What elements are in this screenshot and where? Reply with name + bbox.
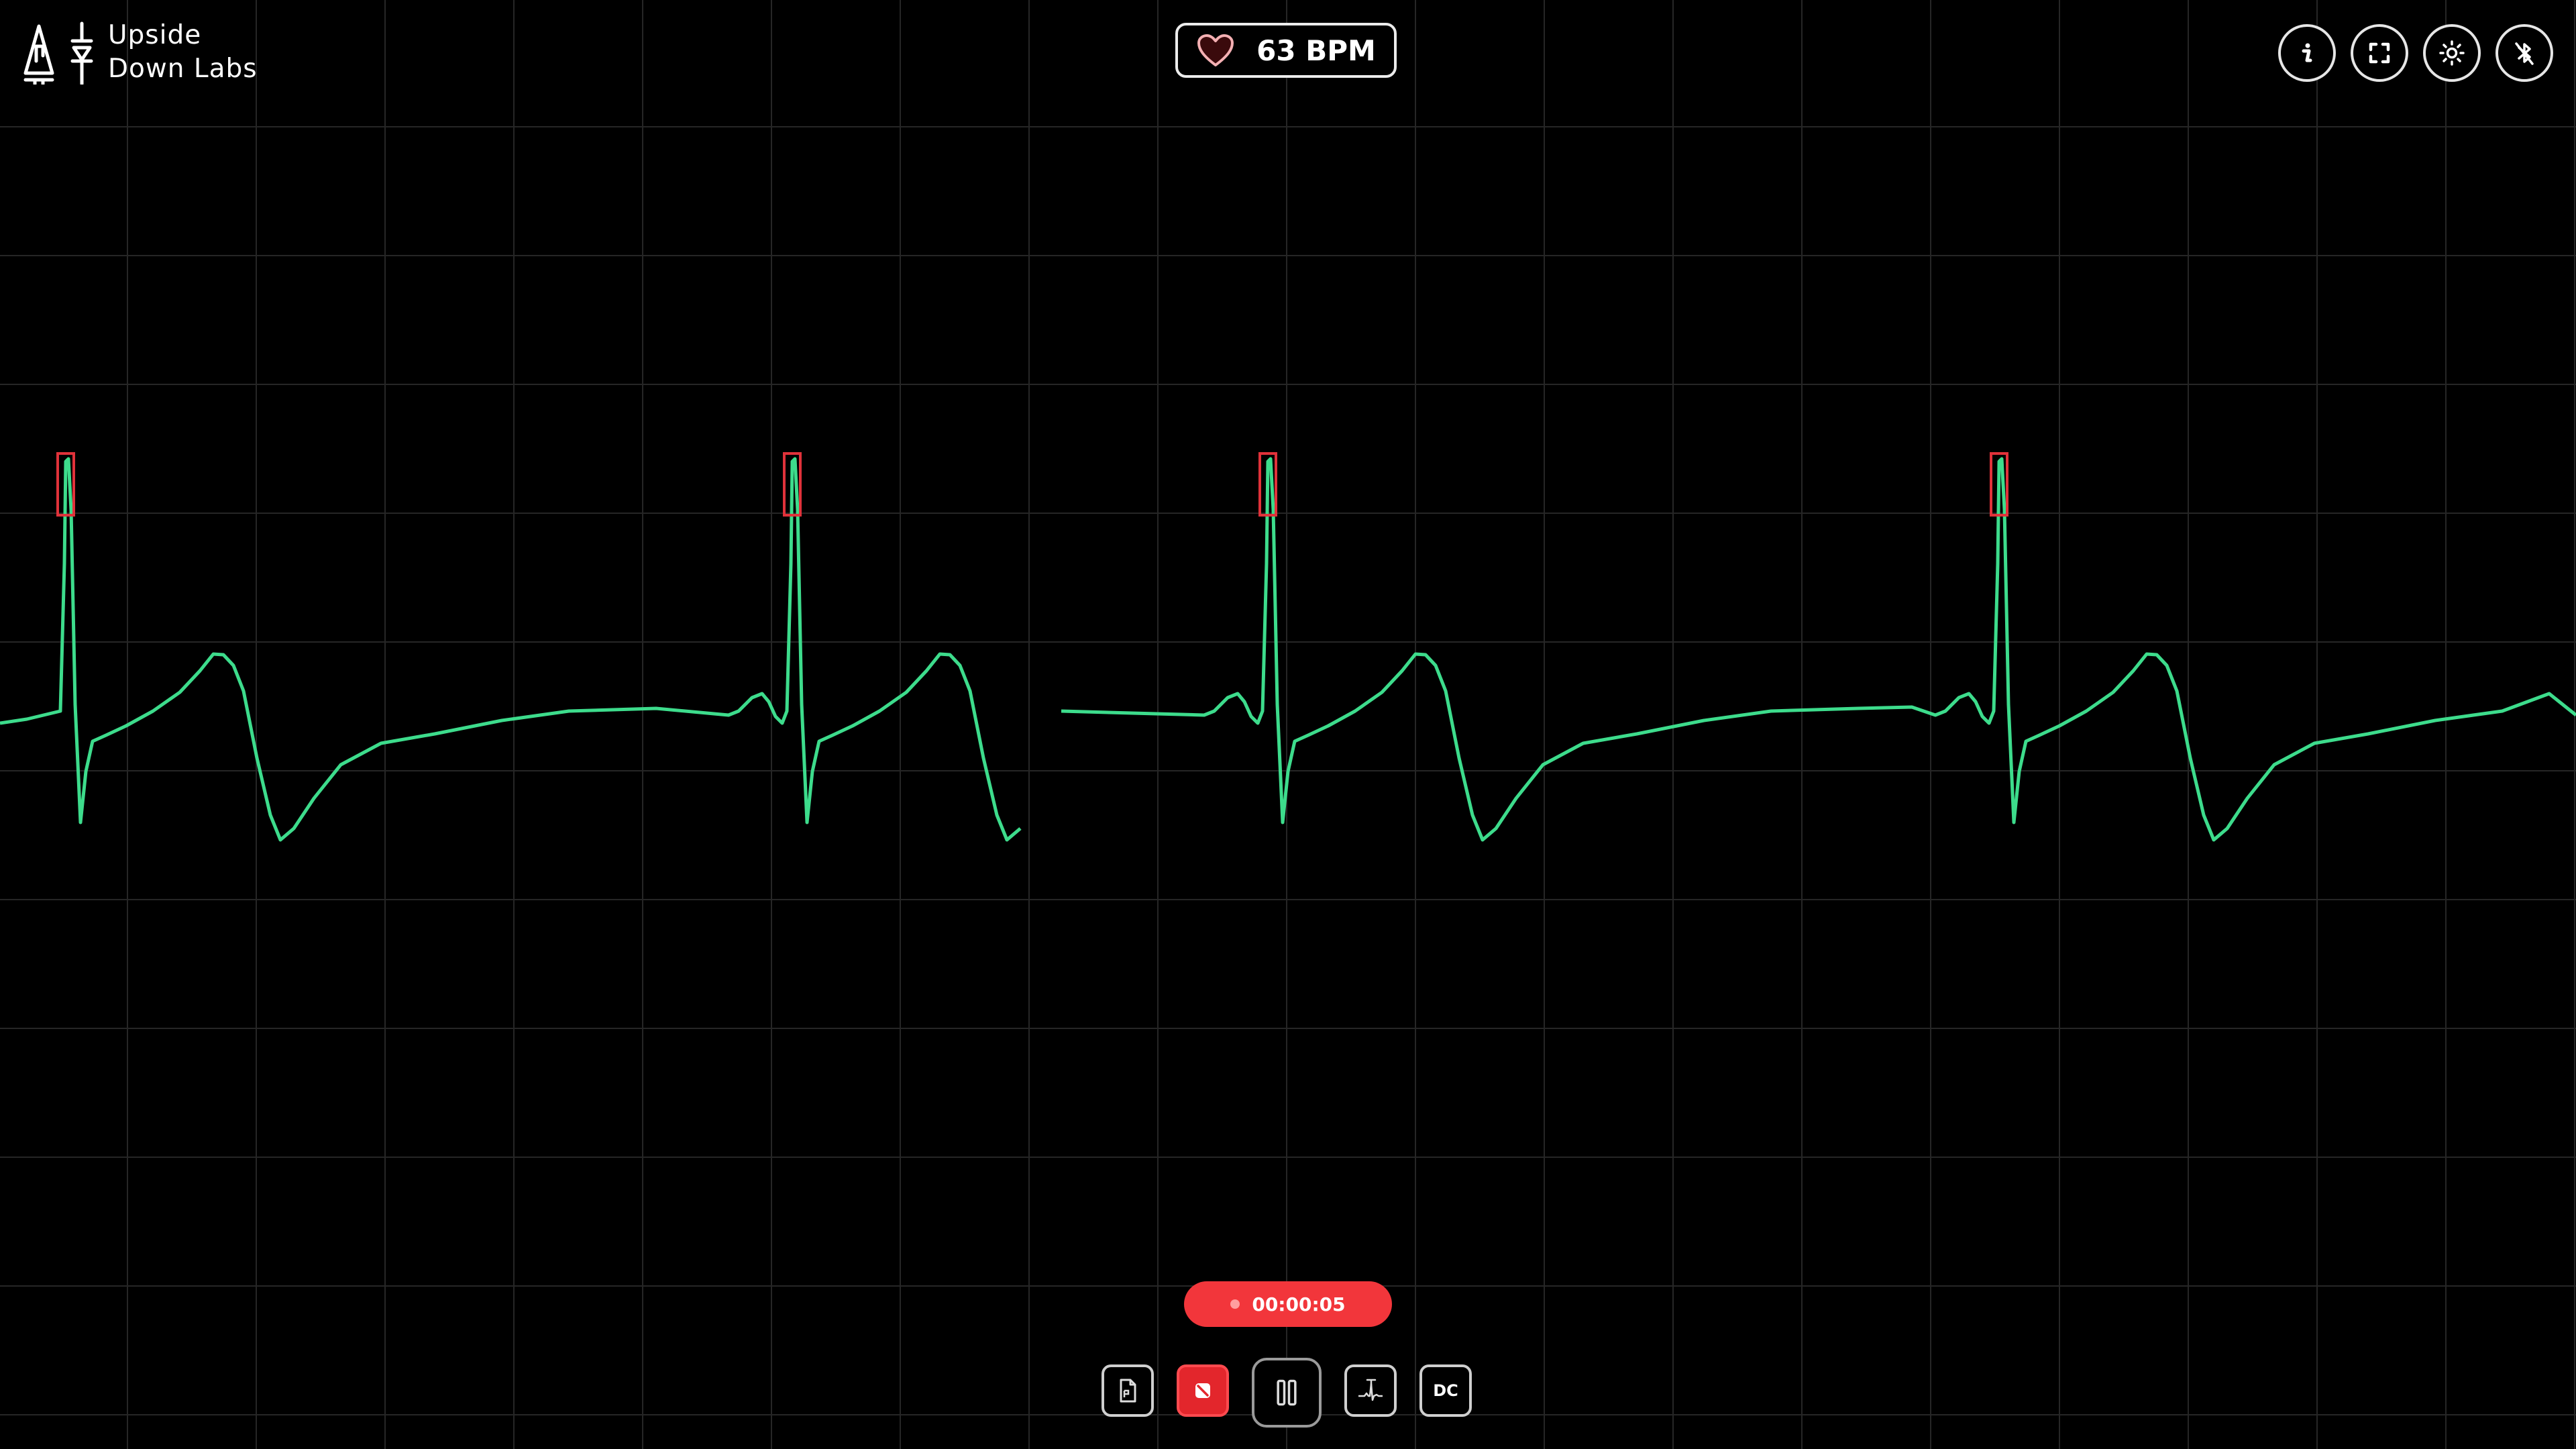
- upside-down-labs-logo-icon: [23, 21, 93, 85]
- sun-icon: [2439, 40, 2465, 66]
- brand-name-line2: Down Labs: [108, 54, 258, 84]
- dc-label: DC: [1433, 1381, 1458, 1400]
- ecg-monitor-app: Upside Down Labs 63 BPM 00:00:05 DC: [0, 0, 2576, 1449]
- brand-name: Upside Down Labs: [108, 19, 258, 86]
- info-button[interactable]: [2278, 24, 2336, 82]
- info-icon: [2302, 43, 2312, 62]
- ecg-filter-icon: [1358, 1379, 1383, 1401]
- recording-dot: [1230, 1299, 1240, 1309]
- heart-rate-value: 63 BPM: [1256, 34, 1376, 67]
- dc-toggle-button[interactable]: DC: [1419, 1364, 1472, 1417]
- bluetooth-off-icon: [2515, 42, 2534, 65]
- file-icon: [1120, 1379, 1136, 1403]
- brand-name-line1: Upside: [108, 20, 202, 50]
- recording-timer: 00:00:05: [1184, 1281, 1392, 1327]
- ecg-filter-button[interactable]: [1344, 1364, 1397, 1417]
- record-stop-button[interactable]: [1177, 1364, 1229, 1417]
- ecg-waveform: [0, 452, 2576, 842]
- bluetooth-button[interactable]: [2496, 24, 2553, 82]
- pause-button[interactable]: [1252, 1358, 1322, 1428]
- record-stop-icon: [1195, 1383, 1210, 1398]
- files-button[interactable]: [1102, 1364, 1154, 1417]
- heart-rate-indicator: 63 BPM: [1175, 23, 1397, 78]
- brand-logo: Upside Down Labs: [20, 19, 258, 86]
- theme-toggle-button[interactable]: [2423, 24, 2481, 82]
- ecg-trace-segment: [0, 457, 1022, 842]
- pause-icon: [1277, 1379, 1297, 1406]
- recording-time: 00:00:05: [1252, 1293, 1346, 1316]
- ecg-trace-segment: [1061, 457, 2576, 842]
- fullscreen-icon: [2369, 42, 2390, 64]
- heart-icon: [1197, 34, 1234, 66]
- fullscreen-button[interactable]: [2351, 24, 2408, 82]
